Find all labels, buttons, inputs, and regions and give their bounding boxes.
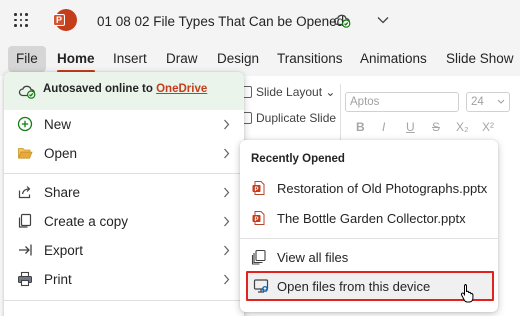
- chevron-right-icon: [224, 148, 230, 159]
- tab-home[interactable]: Home: [57, 51, 95, 73]
- recently-opened-heading: Recently Opened: [251, 153, 345, 165]
- open-from-device-label: Open files from this device: [277, 279, 431, 294]
- menu-item-label: Export: [44, 243, 84, 258]
- chevron-right-icon: [224, 187, 230, 198]
- menu-item-label: Create a copy: [44, 214, 129, 229]
- stacked-files-icon: [251, 249, 266, 265]
- italic-button[interactable]: I: [382, 120, 385, 134]
- menu-item-label: New: [44, 117, 72, 132]
- file-menu: Autosaved online to OneDrive New Open Sh…: [4, 72, 244, 316]
- device-upload-icon: [253, 279, 269, 293]
- autosave-banner: Autosaved online to OneDrive: [4, 72, 244, 110]
- view-all-files-label: View all files: [277, 250, 349, 265]
- tab-transitions[interactable]: Transitions: [277, 51, 343, 66]
- menu-item-open[interactable]: Open: [4, 139, 244, 168]
- tab-slide-show[interactable]: Slide Show: [446, 51, 514, 66]
- tab-insert[interactable]: Insert: [113, 51, 147, 66]
- cloud-saved-icon[interactable]: [333, 11, 351, 29]
- view-all-files-item[interactable]: View all files: [240, 242, 498, 272]
- superscript-button[interactable]: X²: [482, 120, 494, 134]
- ribbon-divider: [340, 84, 341, 144]
- menu-item-label: Print: [44, 272, 72, 287]
- recent-file-label: The Bottle Garden Collector.pptx: [277, 211, 466, 226]
- font-name-select[interactable]: Aptos: [345, 92, 459, 112]
- open-from-device-item[interactable]: Open files from this device: [246, 271, 494, 301]
- pptx-file-icon: P: [252, 211, 265, 225]
- menu-item-label: Open: [44, 146, 78, 161]
- subscript-button[interactable]: X₂: [456, 120, 469, 134]
- menu-item-label: Share: [44, 185, 81, 200]
- chevron-right-icon: [224, 245, 230, 256]
- menu-item-create-a-copy[interactable]: Create a copy: [4, 207, 244, 236]
- slide-layout-button[interactable]: Slide Layout ⌄: [256, 85, 335, 99]
- share-icon: [18, 186, 31, 199]
- chevron-down-icon: [497, 99, 505, 104]
- document-title[interactable]: 01 08 02 File Types That Can be Opened: [97, 14, 344, 29]
- submenu-divider: [240, 238, 498, 239]
- menu-item-new[interactable]: New: [4, 110, 244, 139]
- title-bar: P 01 08 02 File Types That Can be Opened: [0, 0, 520, 42]
- chevron-right-icon: [224, 216, 230, 227]
- font-size-select[interactable]: 24: [466, 92, 510, 112]
- printer-icon: [18, 271, 32, 287]
- underline-button[interactable]: U: [406, 120, 415, 134]
- app-launcher-icon[interactable]: [14, 13, 28, 27]
- menu-item-export[interactable]: Export: [4, 236, 244, 265]
- menu-divider: [4, 300, 244, 301]
- svg-text:P: P: [254, 217, 258, 223]
- powerpoint-logo-icon: P: [53, 9, 77, 31]
- copy-document-icon: [18, 213, 32, 228]
- tab-animations[interactable]: Animations: [360, 51, 427, 66]
- tab-design[interactable]: Design: [217, 51, 259, 66]
- cloud-saved-icon: [18, 85, 36, 99]
- recent-file-item[interactable]: P Restoration of Old Photographs.pptx: [240, 173, 498, 203]
- svg-text:P: P: [254, 187, 258, 193]
- chevron-right-icon: [224, 119, 230, 130]
- recent-file-label: Restoration of Old Photographs.pptx: [277, 181, 488, 196]
- duplicate-slide-button[interactable]: Duplicate Slide: [256, 111, 336, 125]
- export-arrow-icon: [19, 244, 32, 256]
- menu-item-share[interactable]: Share: [4, 178, 244, 207]
- hand-pointer-cursor-icon: [460, 284, 474, 303]
- menu-divider: [4, 173, 244, 174]
- autosave-text: Autosaved online to OneDrive: [43, 83, 208, 95]
- chevron-down-icon[interactable]: [377, 16, 389, 24]
- strikethrough-button[interactable]: S: [432, 120, 440, 134]
- plus-circle-icon: [17, 116, 33, 132]
- folder-open-icon: [18, 148, 33, 159]
- pptx-file-icon: P: [252, 181, 265, 195]
- ribbon-tabs: File Home Insert Draw Design Transitions…: [0, 42, 520, 76]
- onedrive-link[interactable]: OneDrive: [156, 83, 207, 95]
- tab-file[interactable]: File: [8, 46, 46, 72]
- bold-button[interactable]: B: [356, 120, 365, 134]
- tab-draw[interactable]: Draw: [166, 51, 198, 66]
- menu-item-print[interactable]: Print: [4, 265, 244, 294]
- recent-file-item[interactable]: P The Bottle Garden Collector.pptx: [240, 203, 498, 233]
- chevron-right-icon: [224, 274, 230, 285]
